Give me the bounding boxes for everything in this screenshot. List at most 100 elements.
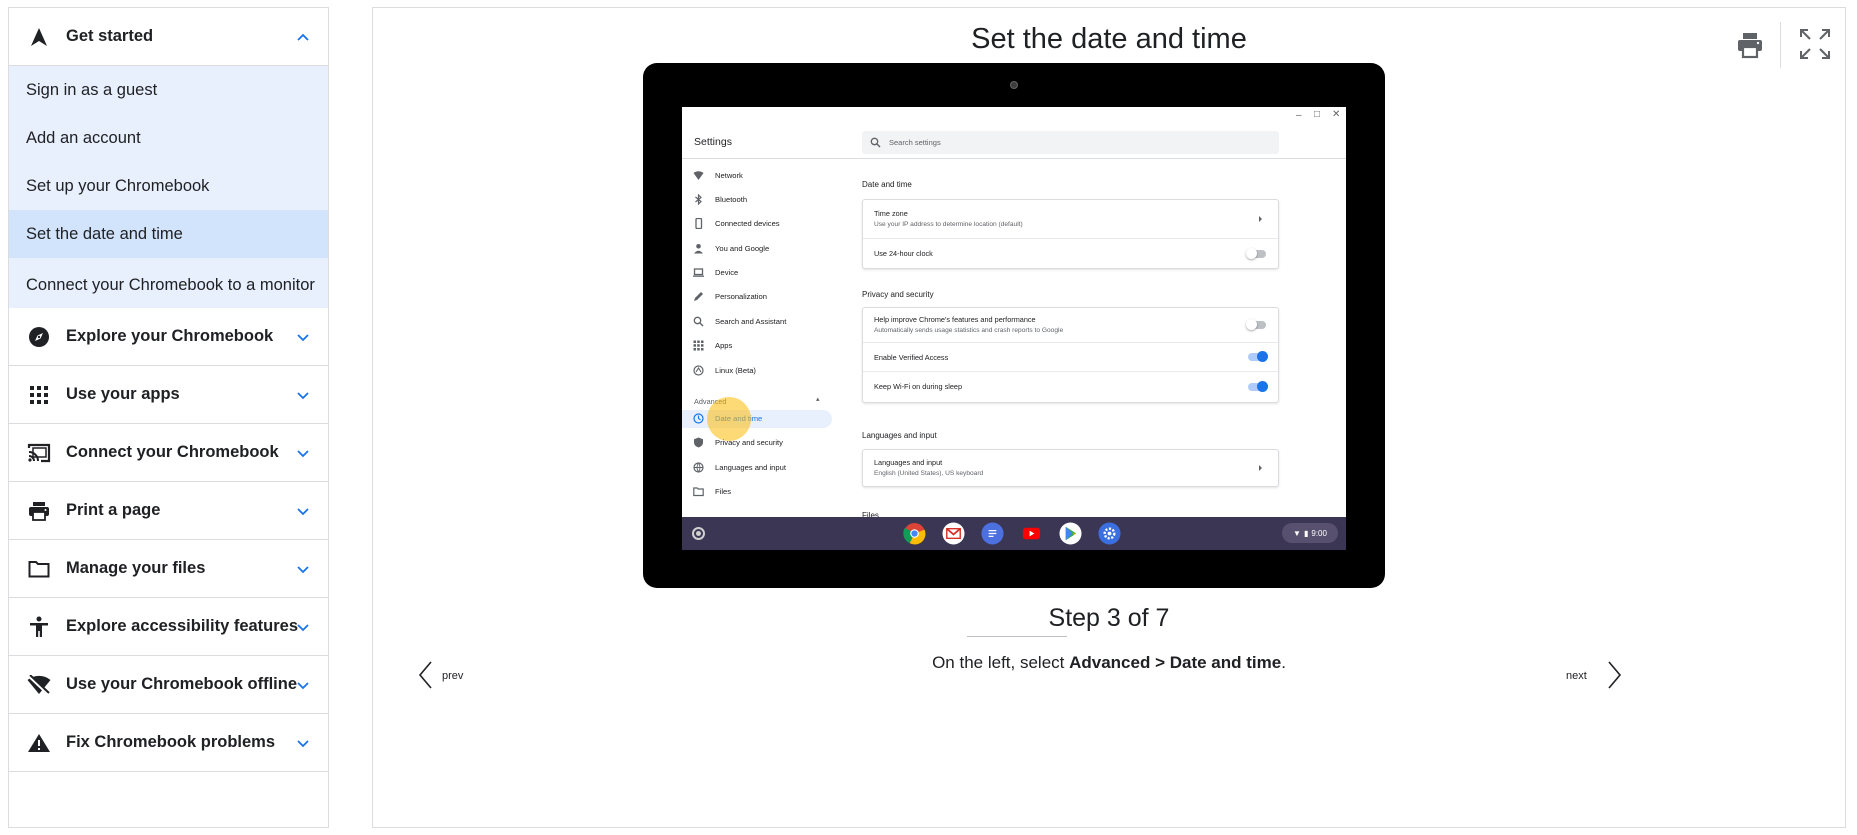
section-label: Use your Chromebook offline <box>66 675 298 693</box>
toggle-24-hour <box>1246 247 1266 259</box>
section-accessibility[interactable]: Explore accessibility features <box>9 598 328 656</box>
nav-device: Device <box>682 264 832 282</box>
nav-privacy-security: Privacy and security <box>682 434 832 452</box>
cast-icon <box>27 441 51 465</box>
instruction-emphasis: Advanced > Date and time <box>1069 653 1282 672</box>
settings-screenshot: – □ ✕ Settings Search settings Network B… <box>682 107 1346 550</box>
linux-icon <box>693 365 704 376</box>
chevron-down-icon <box>297 507 309 515</box>
nav-date-time: Date and time <box>682 410 832 428</box>
youtube-icon <box>1022 527 1041 540</box>
search-icon <box>870 137 881 148</box>
chevron-up-icon: ▴ <box>816 396 820 403</box>
chromeos-shelf: ▼ ▮ 9:00 <box>682 517 1346 550</box>
prev-label: prev <box>442 670 464 682</box>
sidebar-item-set-up-chromebook[interactable]: Set up your Chromebook <box>9 162 328 210</box>
sidebar-item-connect-monitor[interactable]: Connect your Chromebook to a monitor <box>9 258 328 308</box>
docs-icon <box>981 522 1004 545</box>
arrow-right-icon <box>1259 465 1262 471</box>
chevron-down-icon <box>297 391 309 399</box>
step-viewer: Set the date and time – □ ✕ Settings Sea <box>372 7 1846 828</box>
chevron-down-icon <box>297 623 309 631</box>
toggle-help-improve <box>1246 319 1266 330</box>
warning-icon <box>27 731 51 755</box>
printer-icon <box>27 499 51 523</box>
search-placeholder: Search settings <box>889 138 941 147</box>
laptop-icon <box>693 268 704 277</box>
section-offline[interactable]: Use your Chromebook offline <box>9 656 328 714</box>
close-icon: ✕ <box>1332 109 1341 120</box>
battery-icon: ▮ <box>1303 528 1309 538</box>
folder-icon <box>693 487 704 497</box>
step-underline <box>967 636 1067 637</box>
phone-icon <box>695 218 703 229</box>
accessibility-icon <box>27 615 51 639</box>
nav-search-assistant: Search and Assistant <box>682 313 832 331</box>
sidebar-item-set-date-time[interactable]: Set the date and time <box>9 210 328 258</box>
settings-icon <box>1098 522 1121 545</box>
nav-you-and-google: You and Google <box>682 240 832 258</box>
section-label: Use your apps <box>66 385 180 403</box>
launcher-icon <box>692 527 705 540</box>
globe-icon <box>693 462 704 473</box>
chevron-down-icon <box>297 739 309 747</box>
languages-card: Languages and input English (United Stat… <box>862 449 1279 487</box>
chevron-down-icon <box>297 681 309 689</box>
nav-personalization: Personalization <box>682 288 832 306</box>
date-time-card: Time zone Use your IP address to determi… <box>862 199 1279 269</box>
section-fix-problems[interactable]: Fix Chromebook problems <box>9 714 328 772</box>
toggle-wifi-sleep <box>1248 381 1268 392</box>
instruction-end: . <box>1281 653 1286 672</box>
languages-heading: Languages and input <box>862 431 937 440</box>
date-time-heading: Date and time <box>862 180 912 189</box>
next-button[interactable]: next <box>1566 660 1636 690</box>
chevron-down-icon <box>297 565 309 573</box>
privacy-heading: Privacy and security <box>862 290 934 299</box>
nav-bluetooth: Bluetooth <box>682 191 832 209</box>
pen-icon <box>694 292 703 301</box>
chevron-down-icon <box>297 449 309 457</box>
section-label: Get started <box>66 27 154 45</box>
section-label: Connect your Chromebook <box>66 443 279 461</box>
wifi-off-icon <box>27 673 51 697</box>
chromebook-illustration: – □ ✕ Settings Search settings Network B… <box>643 63 1385 588</box>
section-label: Print a page <box>66 501 161 519</box>
section-connect-chromebook[interactable]: Connect your Chromebook <box>9 424 328 482</box>
minimize-icon: – <box>1296 110 1302 121</box>
search-icon <box>693 316 704 327</box>
section-print-page[interactable]: Print a page <box>9 482 328 540</box>
shield-icon <box>694 437 703 448</box>
nav-languages: Languages and input <box>682 459 832 477</box>
section-label: Manage your files <box>66 559 206 577</box>
nav-linux: Linux (Beta) <box>682 362 832 380</box>
chevron-right-icon <box>1608 661 1622 689</box>
next-label: next <box>1566 670 1587 682</box>
print-icon[interactable] <box>1735 30 1765 60</box>
instruction-text: On the left, select <box>932 653 1070 672</box>
privacy-card: Help improve Chrome's features and perfo… <box>862 307 1279 403</box>
apps-grid-icon <box>27 383 51 407</box>
settings-search: Search settings <box>862 131 1279 154</box>
sidebar-item-sign-in-guest[interactable]: Sign in as a guest <box>9 66 328 114</box>
section-label: Explore your Chromebook <box>66 327 274 345</box>
fullscreen-icon[interactable] <box>1797 26 1833 62</box>
nav-files: Files <box>682 483 832 501</box>
gmail-icon <box>942 522 965 545</box>
chevron-up-icon <box>297 33 309 41</box>
section-explore-chromebook[interactable]: Explore your Chromebook <box>9 308 328 366</box>
prev-button[interactable]: prev <box>416 660 486 690</box>
page-title: Set the date and time <box>971 23 1247 55</box>
get-started-sublist: Sign in as a guest Add an account Set up… <box>9 66 328 308</box>
play-store-icon <box>1059 522 1082 545</box>
toolbar-divider <box>1780 22 1781 68</box>
apps-icon <box>693 340 704 351</box>
nav-network: Network <box>682 167 832 185</box>
section-use-apps[interactable]: Use your apps <box>9 366 328 424</box>
sidebar-item-add-account[interactable]: Add an account <box>9 114 328 162</box>
tray-time: 9:00 <box>1311 528 1327 538</box>
section-get-started[interactable]: Get started <box>9 8 328 66</box>
person-icon <box>694 244 703 254</box>
section-label: Fix Chromebook problems <box>66 733 276 751</box>
section-manage-files[interactable]: Manage your files <box>9 540 328 598</box>
nav-apps: Apps <box>682 337 832 355</box>
